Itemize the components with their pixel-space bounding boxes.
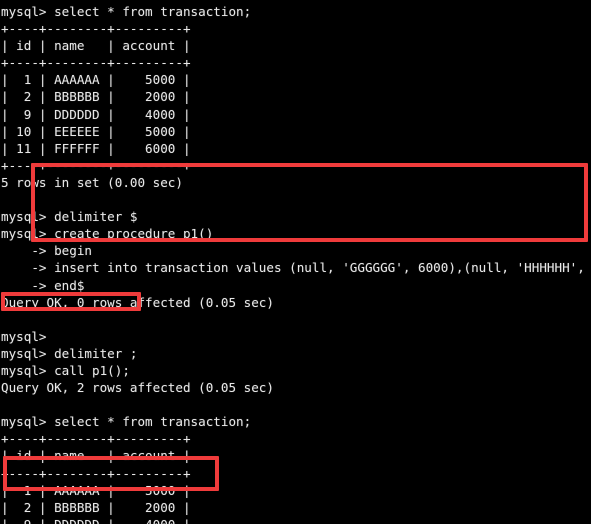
terminal-line: +----+--------+---------+ xyxy=(1,55,191,71)
terminal-line: | 9 | DDDDDD | 4000 | xyxy=(1,516,591,524)
terminal-line: mysql> xyxy=(1,328,47,344)
terminal-line: | 11 | FFFFFF | 6000 | xyxy=(1,140,191,156)
terminal-line: mysql> call p1(); xyxy=(1,362,130,378)
terminal-line: | 10 | EEEEEE | 5000 | xyxy=(1,123,191,139)
terminal-window[interactable]: mysql> select * from transaction; +----+… xyxy=(0,0,591,524)
terminal-line: | id | name | account | xyxy=(1,448,191,464)
terminal-line: -> end$ xyxy=(1,277,85,293)
terminal-line: | 2 | BBBBBB | 2000 | xyxy=(1,499,191,515)
terminal-line: | 2 | BBBBBB | 2000 | xyxy=(1,89,191,105)
terminal-line: mysql> delimiter ; xyxy=(1,345,138,361)
terminal-line: Query OK, 0 rows affected (0.05 sec) xyxy=(1,294,274,310)
terminal-line: +----+--------+---------+ xyxy=(1,431,191,447)
terminal-line: mysql> select * from transaction; xyxy=(1,4,252,19)
terminal-line: | 1 | AAAAAA | 5000 | xyxy=(1,72,191,88)
terminal-output: mysql> select * from transaction; +----+… xyxy=(1,3,591,524)
terminal-line: mysql> delimiter $ xyxy=(1,209,138,225)
terminal-line: mysql> select * from transaction; xyxy=(1,414,252,430)
terminal-line: +----+--------+---------+ xyxy=(1,157,191,173)
terminal-line: Query OK, 2 rows affected (0.05 sec) xyxy=(1,380,274,396)
terminal-line: | id | name | account | xyxy=(1,38,191,54)
terminal-line: | 9 | DDDDDD | 4000 | xyxy=(1,106,191,122)
terminal-line: mysql> create procedure p1() xyxy=(1,226,214,242)
terminal-line: 5 rows in set (0.00 sec) xyxy=(1,174,183,190)
terminal-line: | 1 | AAAAAA | 5000 | xyxy=(1,482,191,498)
terminal-line: -> insert into transaction values (null,… xyxy=(1,260,591,276)
terminal-line: +----+--------+---------+ xyxy=(1,21,191,37)
terminal-line: -> begin xyxy=(1,243,92,259)
terminal-line: +----+--------+---------+ xyxy=(1,465,191,481)
